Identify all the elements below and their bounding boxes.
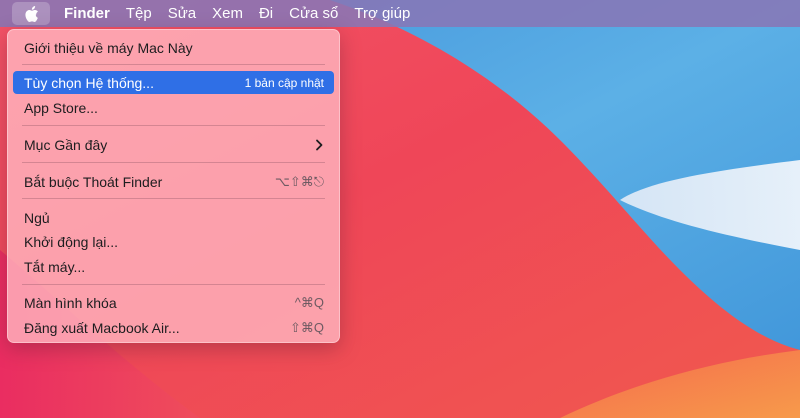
menu-separator <box>22 64 325 65</box>
menu-separator <box>22 284 325 285</box>
menu-item-recent-items[interactable]: Mục Gần đây <box>13 133 334 156</box>
menu-item-about-this-mac[interactable]: Giới thiệu về máy Mac Này <box>13 36 334 59</box>
menubar-finder[interactable]: Finder <box>56 0 118 27</box>
menu-item-restart[interactable]: Khởi động lại... <box>13 230 334 253</box>
menubar-window[interactable]: Cửa sổ <box>281 0 346 27</box>
menu-item-label: Bắt buộc Thoát Finder <box>24 173 163 190</box>
menu-item-shut-down[interactable]: Tắt máy... <box>13 255 334 278</box>
apple-menu-dropdown: Giới thiệu về máy Mac Này Tùy chọn Hệ th… <box>7 29 340 343</box>
apple-menu-button[interactable] <box>12 2 50 25</box>
menu-item-log-out[interactable]: Đăng xuất Macbook Air... ⇧⌘Q <box>13 316 334 339</box>
keyboard-shortcut: ^⌘Q <box>294 294 324 310</box>
menu-item-label: Khởi động lại... <box>24 233 119 250</box>
menu-item-sleep[interactable]: Ngủ <box>13 206 334 229</box>
menu-item-lock-screen[interactable]: Màn hình khóa ^⌘Q <box>13 291 334 314</box>
menu-item-label: Tùy chọn Hệ thống... <box>24 74 154 91</box>
menu-separator <box>22 162 325 163</box>
keyboard-shortcut: ⌥⇧⌘⎋ <box>274 173 324 189</box>
apple-logo-icon <box>25 5 38 22</box>
menubar-edit[interactable]: Sửa <box>160 0 204 27</box>
menubar-help[interactable]: Trợ giúp <box>346 0 418 27</box>
update-badge: 1 bản cập nhật <box>244 75 324 90</box>
menu-item-label: Giới thiệu về máy Mac Này <box>24 39 193 56</box>
menubar-file[interactable]: Tệp <box>118 0 160 27</box>
menubar-view[interactable]: Xem <box>204 0 251 27</box>
menu-item-label: App Store... <box>24 99 98 116</box>
menu-item-app-store[interactable]: App Store... <box>13 96 334 119</box>
chevron-right-icon <box>316 139 323 150</box>
menu-item-system-preferences[interactable]: Tùy chọn Hệ thống... 1 bản cập nhật <box>13 71 334 94</box>
menu-item-force-quit[interactable]: Bắt buộc Thoát Finder ⌥⇧⌘⎋ <box>13 170 334 193</box>
menubar-go[interactable]: Đi <box>251 0 281 27</box>
menu-item-label: Đăng xuất Macbook Air... <box>24 319 180 336</box>
menu-separator <box>22 125 325 126</box>
menu-item-label: Mục Gần đây <box>24 136 108 153</box>
keyboard-shortcut: ⇧⌘Q <box>289 319 324 335</box>
menu-item-label: Tắt máy... <box>24 258 86 275</box>
menu-separator <box>22 198 325 199</box>
menu-item-label: Màn hình khóa <box>24 294 117 311</box>
menu-item-label: Ngủ <box>24 209 50 226</box>
menu-bar: Finder Tệp Sửa Xem Đi Cửa sổ Trợ giúp <box>0 0 800 27</box>
